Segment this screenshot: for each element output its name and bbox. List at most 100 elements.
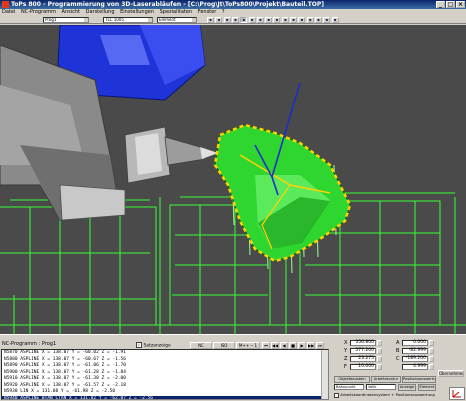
app-icon (2, 1, 9, 8)
coord-label: F (344, 364, 347, 370)
arrow-icon[interactable]: ▪ (207, 17, 214, 23)
element-select-value: Element (159, 17, 176, 22)
machine-select[interactable]: TLC 1005 (103, 17, 153, 23)
view-iso-icon[interactable]: ▪ (256, 17, 264, 23)
coord-label: A (396, 340, 400, 346)
coord-value-field[interactable]: -189.200 (402, 356, 428, 362)
coord-spin-button[interactable] (377, 364, 382, 370)
anzeige-button[interactable]: Anzeige (398, 384, 416, 391)
path-icon[interactable]: ▪ (314, 17, 322, 23)
view-side-icon[interactable]: ▪ (248, 17, 256, 23)
pan-icon[interactable]: ▪ (231, 17, 239, 23)
robot-block (59, 184, 126, 221)
minimize-button[interactable]: _ (436, 1, 445, 8)
robot-arm (0, 25, 218, 221)
tab-arbeitskontur[interactable]: Arbeitskontur (371, 376, 401, 383)
coord-row-y: Y 577.200 (344, 348, 384, 355)
coord-spin-button[interactable] (429, 348, 434, 354)
nc-panel: NC-Programm : Prog1 ✓ Satzanzeige NC ISO… (0, 334, 466, 401)
menu-help[interactable]: ? (220, 9, 227, 15)
playback-button[interactable]: ◀◀ (271, 342, 279, 349)
help-icon[interactable]: ▪ (331, 17, 339, 23)
menu-einstellungen[interactable]: Einstellungen (118, 9, 156, 15)
nc-mode-button[interactable]: NC (190, 342, 212, 349)
menu-datei[interactable]: Datei (0, 9, 17, 15)
maximize-button[interactable]: □ (446, 1, 455, 8)
sim-icon[interactable]: ▪ (323, 17, 331, 23)
code-scrollbar[interactable] (321, 350, 328, 399)
coord-value-field[interactable]: 10.000 (350, 364, 376, 370)
coord-label: B (396, 348, 400, 354)
coord-value-field[interactable]: -82.999 (402, 348, 428, 354)
chevron-down-icon (148, 18, 152, 22)
chevron-down-icon (84, 18, 88, 22)
playback-button[interactable]: ⏭ (316, 342, 324, 349)
tab-objektbaustein[interactable]: Objektbaustein (334, 376, 370, 383)
coord-label: C (396, 356, 400, 362)
playback-button[interactable]: ◀ (280, 342, 288, 349)
coord-spin-button[interactable] (429, 356, 434, 362)
coord-value-field[interactable]: 4.999 (402, 364, 428, 370)
playback-button[interactable]: ■ (289, 342, 297, 349)
rotate-icon[interactable]: ▪ (223, 17, 231, 23)
coord-row-a: A 0.000 (396, 340, 436, 347)
axis-icon (449, 387, 465, 400)
vollk-select[interactable]: Vollk (366, 384, 396, 390)
measure-icon[interactable]: ▪ (298, 17, 306, 23)
zoom-icon[interactable]: ▪ (215, 17, 223, 23)
nc-code-list[interactable]: N5870 ASPLINE X = 138.07 Y = -60.02 Z = … (1, 349, 329, 400)
tool-icon[interactable]: ▪ (306, 17, 314, 23)
bahnpunkt-select[interactable]: Bahnpunkt (334, 384, 364, 390)
satzanzeige-checkbox[interactable]: ✓ Satzanzeige (136, 342, 171, 349)
apply-button[interactable]: Übernehmen (438, 370, 464, 377)
scene-svg (0, 25, 466, 334)
coord-spin-button[interactable] (377, 340, 382, 346)
program-select[interactable]: Prog1 (43, 17, 89, 23)
menu-ansicht[interactable]: Ansicht (60, 9, 82, 15)
grid-icon[interactable]: ▪ (281, 17, 289, 23)
window-title: ToPs 800 - Programmierung von 3D-Laserab… (11, 1, 325, 8)
acs-checkbox[interactable]: Arbeitskoordinatensystem + Positionsausw… (334, 392, 435, 398)
iso-mode-button[interactable]: ISO (213, 342, 235, 349)
wire-icon[interactable]: ▪ (273, 17, 281, 23)
shade-icon[interactable]: ▪ (265, 17, 273, 23)
coord-row-f: F 10.000 (344, 364, 384, 371)
menu-fenster[interactable]: Fenster (196, 9, 219, 15)
coord-spin-button[interactable] (377, 356, 382, 362)
menu-spezialitaten[interactable]: Spezialitaten (158, 9, 195, 15)
playback-button[interactable]: ▶ (298, 342, 306, 349)
coord-value-field[interactable]: 23.275 (350, 356, 376, 362)
coord-row-x: X 356.800 (344, 340, 384, 347)
light-icon[interactable]: ▪ (290, 17, 297, 23)
coord-spin-button[interactable] (377, 348, 382, 354)
coord-spin-button[interactable] (429, 340, 434, 346)
toolbar: Prog1 TLC 1005 Element ▪ ▪ ▪ ▪ ▪ ▪ ▪ ▪ ▪ ▪ ▪ ▪ ▪ ▪ ▪ ▪ (0, 16, 466, 24)
coord-spin-button[interactable] (429, 364, 434, 370)
nozzle-tip (200, 147, 218, 159)
coord-label: Z (344, 356, 348, 362)
element-button[interactable]: Element (418, 384, 436, 391)
element-select[interactable]: Element (157, 17, 197, 23)
coord-value-field[interactable]: 356.800 (350, 340, 376, 346)
nc-code-line[interactable]: N5940 ASPLINE BTAN CTAN X = 131.82 Y = -… (2, 395, 328, 399)
program-select-value: Prog1 (45, 17, 57, 22)
chevron-down-icon (192, 18, 196, 22)
coord-row-b: B -82.999 (396, 348, 436, 355)
tab-positionsauswertung[interactable]: Positionsauswertung (402, 376, 436, 383)
coord-row-z: Z 23.275 (344, 356, 384, 363)
menu-nc-programm[interactable]: NC-Programm (19, 9, 58, 15)
3d-viewport[interactable] (0, 25, 466, 334)
coord-value-field[interactable]: 577.200 (350, 348, 376, 354)
step-mode-button[interactable]: M++ -- 1 (236, 342, 260, 349)
cutting-head-highlight (135, 133, 162, 175)
playback-button[interactable]: ⏮ (262, 342, 270, 349)
close-button[interactable]: × (456, 1, 465, 8)
checkbox-box (334, 392, 339, 398)
playback-button[interactable]: ▶▶ (307, 342, 315, 349)
view-front-icon[interactable]: ▪ (240, 17, 248, 23)
coord-label: X (344, 340, 348, 346)
coord-value-field[interactable]: 0.000 (402, 340, 428, 346)
menu-darstellung[interactable]: Darstellung (84, 9, 117, 15)
coord-label: Y (344, 348, 348, 354)
menu-bar: Datei NC-Programm Ansicht Darstellung Ei… (0, 9, 466, 16)
